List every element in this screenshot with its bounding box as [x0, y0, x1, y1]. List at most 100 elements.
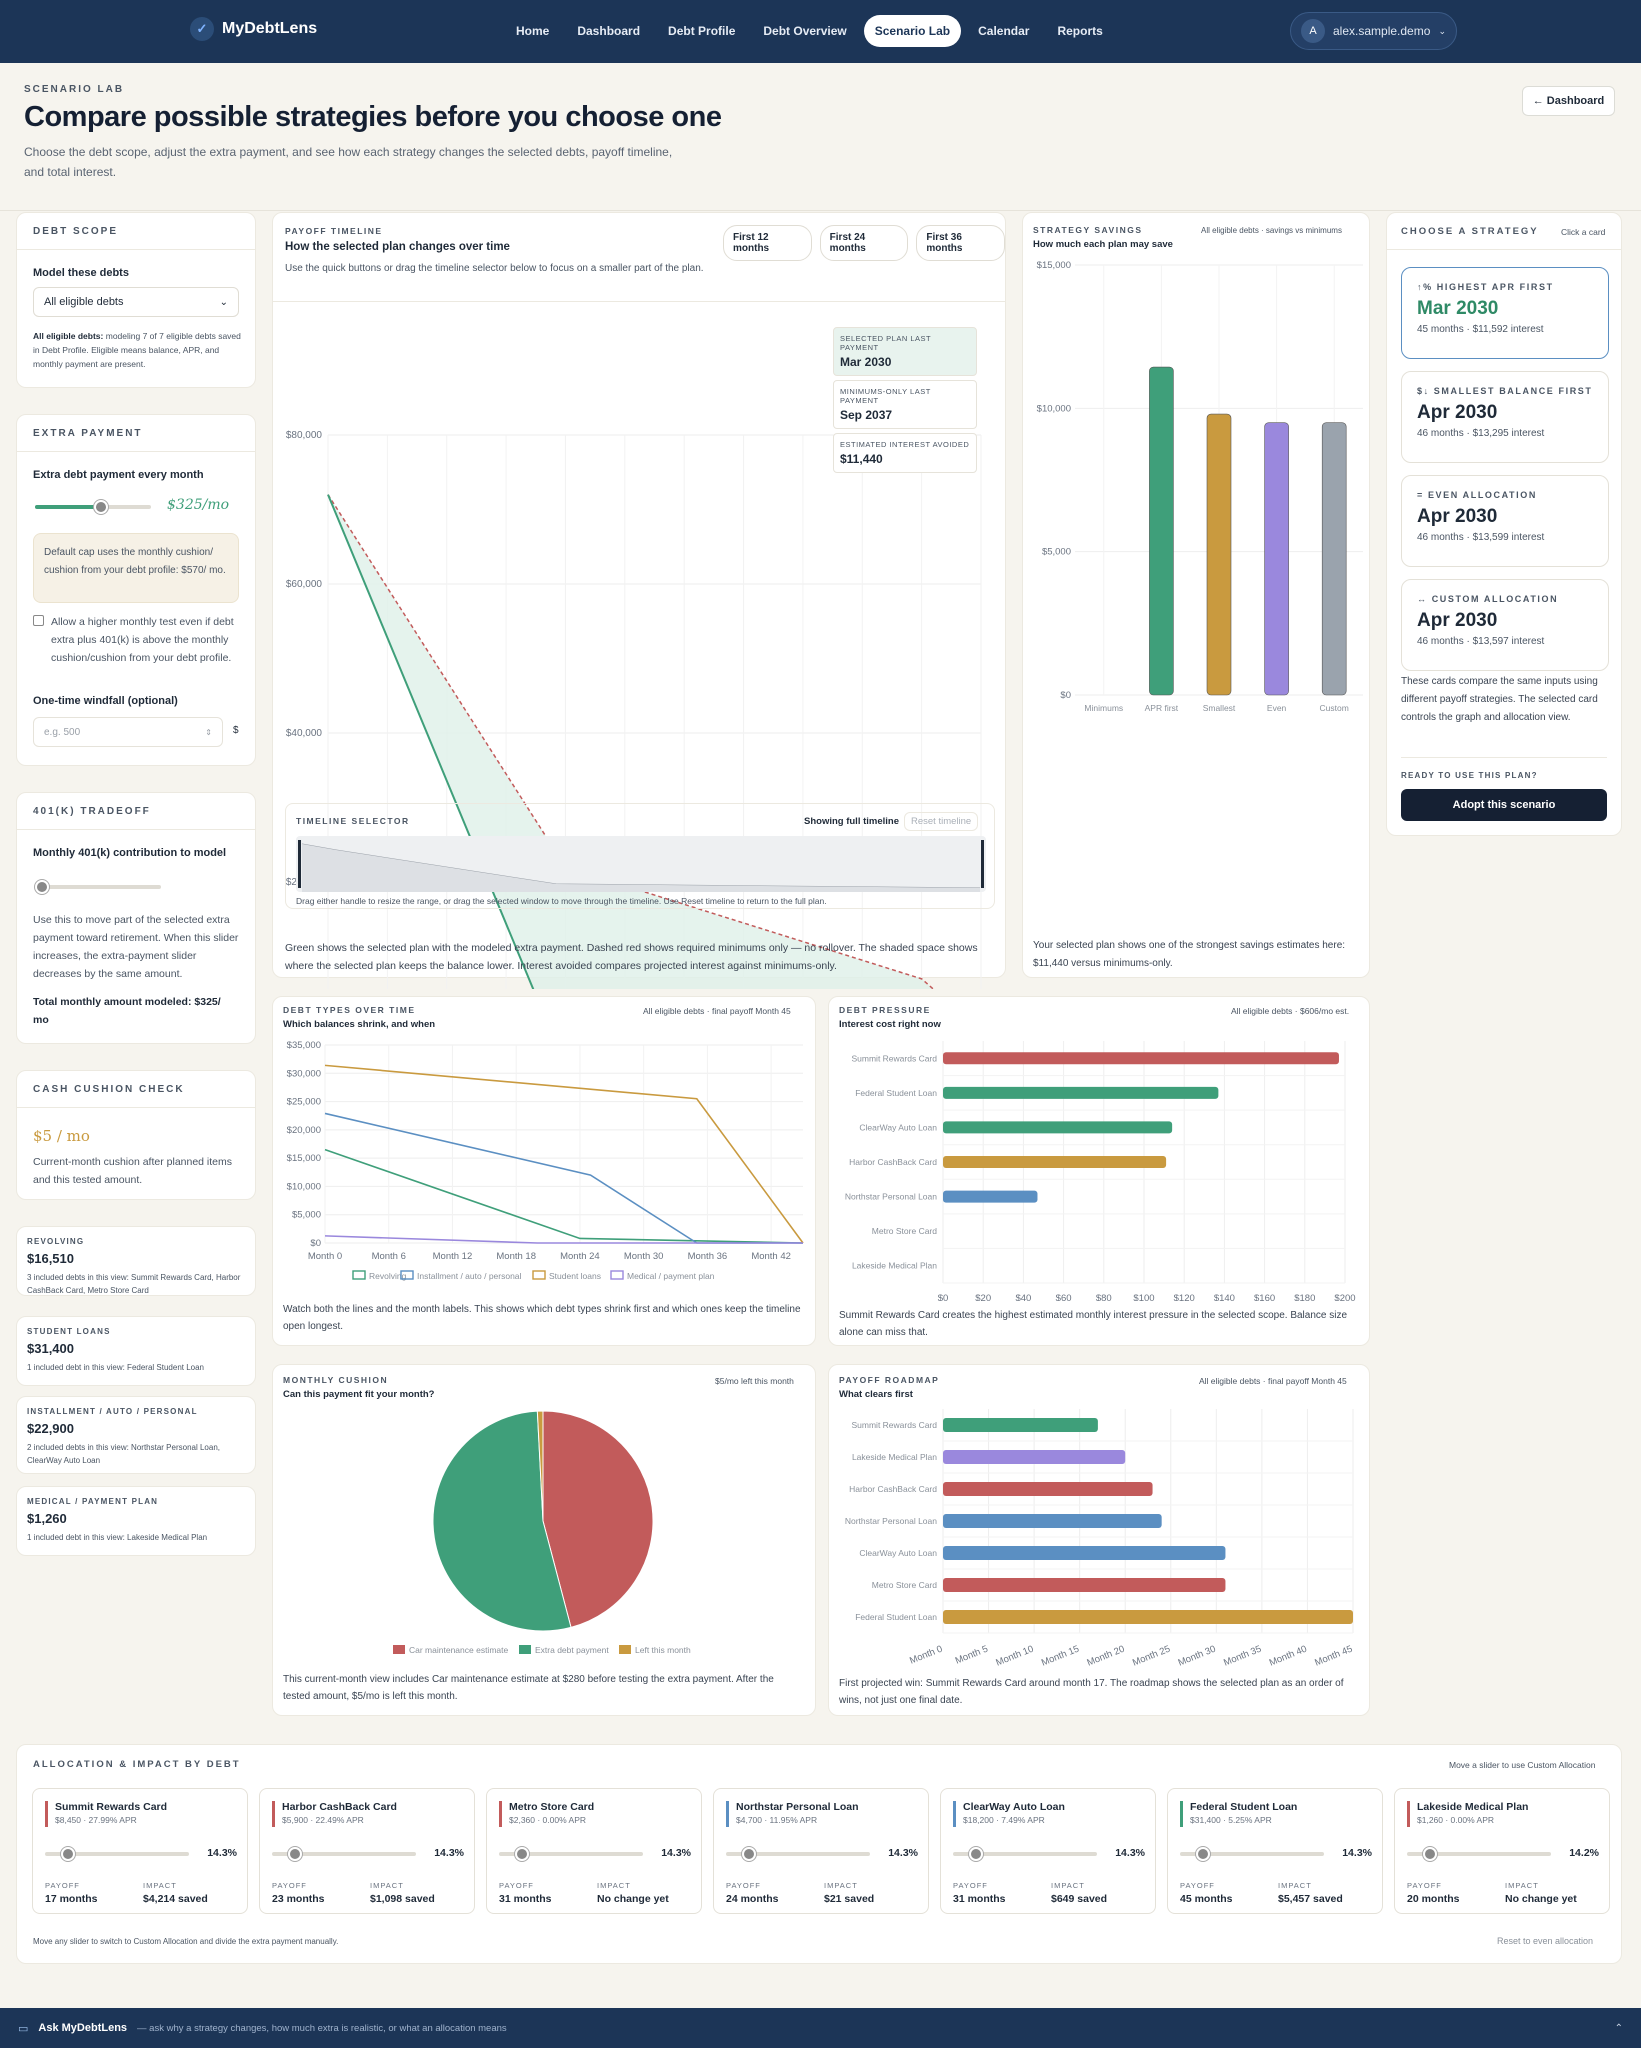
adopt-scenario-button[interactable]: Adopt this scenario: [1401, 789, 1607, 821]
nav-link-scenario-lab[interactable]: Scenario Lab: [863, 15, 962, 47]
slider-handle[interactable]: [61, 1847, 75, 1861]
x-tick-label: $60: [1056, 1293, 1072, 1301]
brand[interactable]: ✓ MyDebtLens: [190, 17, 317, 41]
debt-types-chart: $0 $5,000 $10,000 $15,000 $20,000 $25,000 $30,…: [287, 1040, 804, 1281]
payoff-value: 31 months: [953, 1893, 1006, 1905]
slider-handle[interactable]: [1423, 1847, 1437, 1861]
impact-key: IMPACT: [824, 1881, 858, 1890]
x-tick-label: Month 35: [1222, 1644, 1263, 1669]
timeline-selector: TIMELINE SELECTOR Showing full timeline …: [285, 803, 995, 909]
allocation-slider[interactable]: [726, 1847, 870, 1861]
y-tick-label: $10,000: [1037, 403, 1071, 414]
strategy-label: $↓ SMALLEST BALANCE FIRST: [1417, 386, 1593, 396]
card-title: Which balances shrink, and when: [283, 1019, 436, 1030]
debt-type-note: 1 included debt in this view: Lakeside M…: [27, 1533, 208, 1542]
stat-value: Mar 2030: [840, 355, 892, 369]
card-title: What clears first: [839, 1389, 913, 1400]
allocation-debt-card: Federal Student Loan $31,400 · 5.25% APR 1…: [1167, 1788, 1383, 1914]
higher-test-checkbox[interactable]: [33, 615, 44, 626]
strategy-label: = EVEN ALLOCATION: [1417, 490, 1537, 500]
user-menu[interactable]: Aalex.sample.demo ⌄: [1290, 12, 1457, 50]
x-tick-label: Minimums: [1084, 703, 1123, 713]
y-tick-label: Northstar Personal Loan: [845, 1192, 937, 1202]
x-tick-label: Month 0: [908, 1644, 944, 1667]
strategy-date: Mar 2030: [1417, 298, 1499, 319]
y-tick-label: $0: [310, 1238, 321, 1249]
x-tick-label: $160: [1254, 1293, 1275, 1301]
dashboard-button[interactable]: ← Dashboard: [1522, 86, 1615, 116]
choose-strategy-card: CHOOSE A STRATEGY Click a card ↑% HIGHES…: [1386, 212, 1622, 836]
x-tick-label: Month 30: [624, 1251, 664, 1262]
selector-window[interactable]: [296, 836, 986, 892]
strategy-label: ↑% HIGHEST APR FIRST: [1417, 282, 1554, 292]
debt-type-note: 1 included debt in this view: Federal St…: [27, 1363, 205, 1372]
x-tick-label: $180: [1294, 1293, 1315, 1301]
impact-key: IMPACT: [370, 1881, 404, 1890]
allocation-slider[interactable]: [499, 1847, 643, 1861]
strategy-sub: 46 months · $13,597 interest: [1417, 636, 1545, 647]
windfall-label: One-time windfall (optional): [33, 695, 178, 707]
page-title: Compare possible strategies before you c…: [24, 101, 722, 133]
allocation-slider[interactable]: [953, 1847, 1097, 1861]
chevron-up-icon[interactable]: ⌃: [1615, 2023, 1623, 2034]
nav-link-dashboard[interactable]: Dashboard: [566, 15, 651, 47]
slider-handle[interactable]: [94, 500, 109, 514]
card-eyebrow: PAYOFF TIMELINE: [285, 226, 383, 236]
debt-type-value: $22,900: [27, 1421, 74, 1436]
401k-total: Total monthly amount modeled: $325/ mo: [33, 996, 221, 1026]
avatar: A: [1301, 19, 1325, 43]
nav-link-reports[interactable]: Reports: [1046, 15, 1113, 47]
scope-select[interactable]: All eligible debts ⌄: [33, 287, 239, 317]
pressure-chart: $0 $20 $40 $60 $80 $100 $120 $140 $160 $180 $200 Su…: [845, 1041, 1356, 1301]
allocation-percent: 14.3%: [888, 1847, 918, 1859]
card-title: How much each plan may save: [1033, 239, 1173, 250]
chat-icon: ▭: [18, 2022, 29, 2035]
selector-left-handle[interactable]: [298, 840, 301, 888]
nav-link-home[interactable]: Home: [505, 15, 560, 47]
strategy-card[interactable]: = EVEN ALLOCATION Apr 2030 46 months · $13…: [1401, 475, 1609, 567]
y-tick-label: Metro Store Card: [872, 1580, 937, 1590]
debt-detail: $4,700 · 11.95% APR: [736, 1815, 818, 1825]
allocation-percent: 14.3%: [434, 1847, 464, 1859]
x-tick-label: $80: [1096, 1293, 1112, 1301]
nav-link-calendar[interactable]: Calendar: [967, 15, 1040, 47]
nav-link-debt-overview[interactable]: Debt Overview: [752, 15, 857, 47]
slider-handle[interactable]: [969, 1847, 983, 1861]
401k-slider[interactable]: [35, 880, 161, 894]
payoff-value: 23 months: [272, 1893, 325, 1905]
range-button[interactable]: First 36 months: [916, 225, 1006, 261]
slider-handle[interactable]: [742, 1847, 756, 1861]
range-button[interactable]: First 24 months: [819, 225, 909, 261]
debt-detail: $8,450 · 27.99% APR: [55, 1815, 137, 1825]
allocation-slider[interactable]: [1407, 1847, 1551, 1861]
slider-handle[interactable]: [1196, 1847, 1210, 1861]
allocation-slider[interactable]: [272, 1847, 416, 1861]
range-buttons: First 12 months First 24 months First 36 m…: [723, 225, 1006, 261]
x-tick-label: Month 18: [496, 1251, 536, 1262]
divider: [1387, 249, 1621, 250]
strategy-card[interactable]: $↓ SMALLEST BALANCE FIRST Apr 2030 46 mont…: [1401, 371, 1609, 463]
strategy-card[interactable]: ↑% HIGHEST APR FIRST Mar 2030 45 months · …: [1401, 267, 1609, 359]
nav-link-debt-profile[interactable]: Debt Profile: [657, 15, 746, 47]
range-button[interactable]: First 12 months: [723, 225, 812, 261]
selector-state: Showing full timeline: [804, 816, 899, 827]
reset-allocation-link[interactable]: Reset to even allocation: [1497, 1936, 1593, 1946]
windfall-input[interactable]: e.g. 500 ⇕: [33, 717, 223, 747]
allocation-slider[interactable]: [1180, 1847, 1324, 1861]
y-tick-label: Northstar Personal Loan: [845, 1516, 937, 1526]
slider-handle[interactable]: [35, 880, 49, 894]
x-tick-label: Month 0: [308, 1251, 342, 1262]
divider: [17, 1107, 255, 1108]
slider-handle[interactable]: [515, 1847, 529, 1861]
selector-right-handle[interactable]: [981, 840, 984, 888]
stepper-icon[interactable]: ⇕: [205, 728, 212, 737]
impact-key: IMPACT: [1278, 1881, 1312, 1890]
strategy-card[interactable]: ↔ CUSTOM ALLOCATION Apr 2030 46 months · $…: [1401, 579, 1609, 671]
allocation-slider[interactable]: [45, 1847, 189, 1861]
y-tick-label: $30,000: [287, 1068, 321, 1079]
extra-slider[interactable]: [35, 500, 151, 514]
debt-detail: $5,900 · 22.49% APR: [282, 1815, 364, 1825]
slider-handle[interactable]: [288, 1847, 302, 1861]
ask-bar[interactable]: ▭ Ask MyDebtLens — ask why a strategy ch…: [0, 2008, 1641, 2048]
reset-timeline-button[interactable]: Reset timeline: [904, 812, 979, 831]
